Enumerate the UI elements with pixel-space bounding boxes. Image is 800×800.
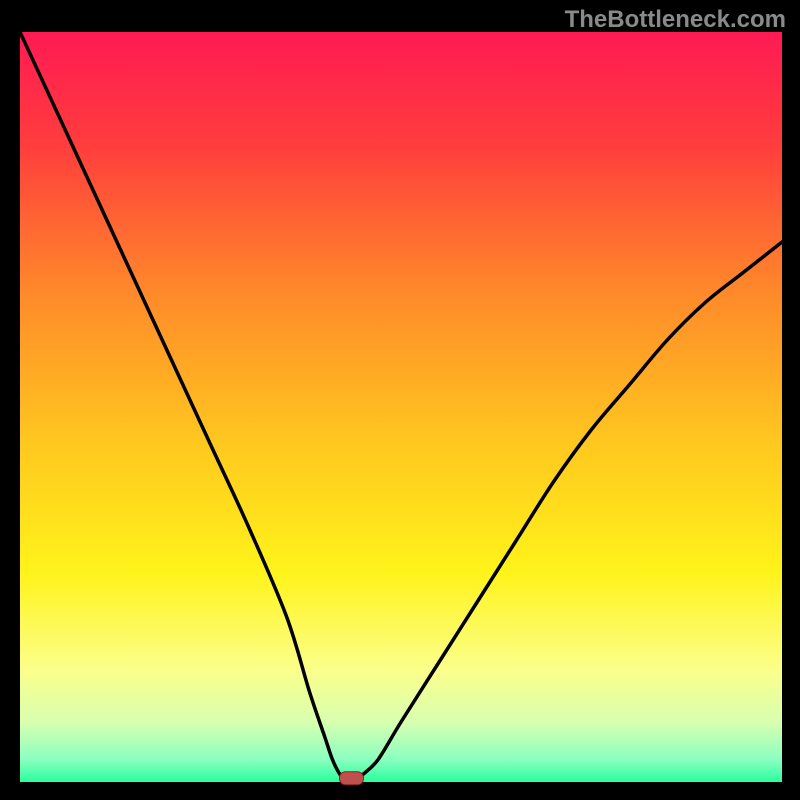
optimal-marker bbox=[339, 772, 363, 785]
watermark-text: TheBottleneck.com bbox=[565, 6, 786, 34]
bottleneck-chart: TheBottleneck.com bbox=[0, 0, 800, 800]
plot-background bbox=[20, 32, 782, 782]
chart-svg bbox=[0, 0, 800, 800]
